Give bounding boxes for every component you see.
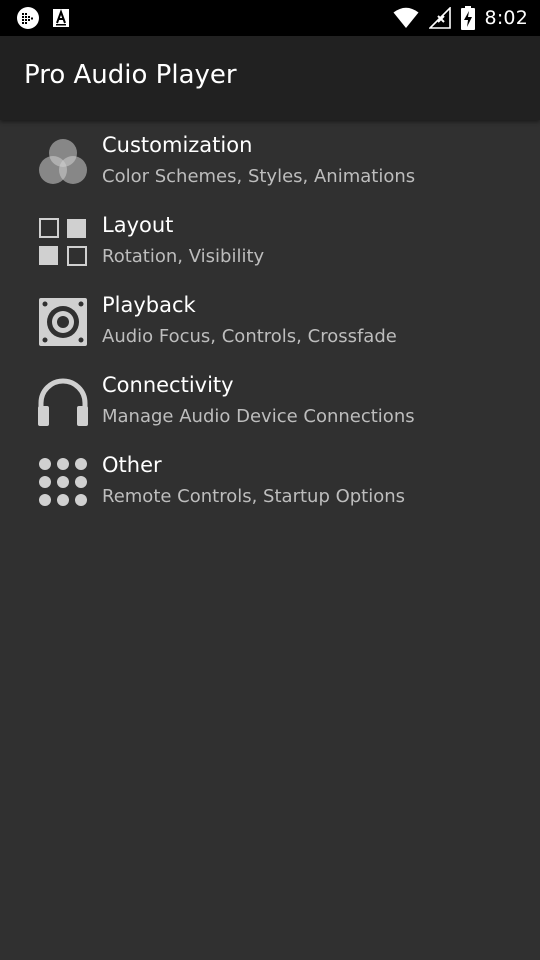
settings-item-other[interactable]: Other Remote Controls, Startup Options <box>0 442 540 522</box>
status-time: 8:02 <box>484 7 528 29</box>
page-title: Pro Audio Player <box>24 60 237 90</box>
settings-item-title: Other <box>102 453 162 477</box>
layout-icon <box>36 216 90 270</box>
a-notification-icon <box>52 8 70 28</box>
settings-item-title: Connectivity <box>102 373 234 397</box>
settings-item-playback[interactable]: Playback Audio Focus, Controls, Crossfad… <box>0 282 540 362</box>
speaker-icon <box>36 296 90 350</box>
settings-item-title: Layout <box>102 213 174 237</box>
settings-list: Customization Color Schemes, Styles, Ani… <box>0 122 540 522</box>
app-bar: Pro Audio Player <box>0 36 540 120</box>
status-right-icons: 8:02 <box>393 0 528 36</box>
headphones-icon <box>36 376 90 430</box>
app-notification-icon <box>16 6 40 30</box>
settings-item-title: Playback <box>102 293 196 317</box>
no-signal-icon <box>427 6 451 29</box>
settings-item-customization[interactable]: Customization Color Schemes, Styles, Ani… <box>0 122 540 202</box>
customization-icon <box>36 136 90 190</box>
settings-item-title: Customization <box>102 133 253 157</box>
settings-item-subtitle: Color Schemes, Styles, Animations <box>102 166 416 187</box>
settings-item-subtitle: Manage Audio Device Connections <box>102 406 415 427</box>
settings-item-subtitle: Audio Focus, Controls, Crossfade <box>102 326 397 347</box>
status-left-icons <box>16 6 70 30</box>
dots-grid-icon <box>36 456 90 510</box>
settings-item-subtitle: Remote Controls, Startup Options <box>102 486 406 507</box>
wifi-icon <box>393 7 419 29</box>
settings-item-connectivity[interactable]: Connectivity Manage Audio Device Connect… <box>0 362 540 442</box>
battery-charging-icon <box>460 6 475 30</box>
settings-item-subtitle: Rotation, Visibility <box>102 246 265 267</box>
status-bar: 8:02 <box>0 0 540 36</box>
settings-item-layout[interactable]: Layout Rotation, Visibility <box>0 202 540 282</box>
